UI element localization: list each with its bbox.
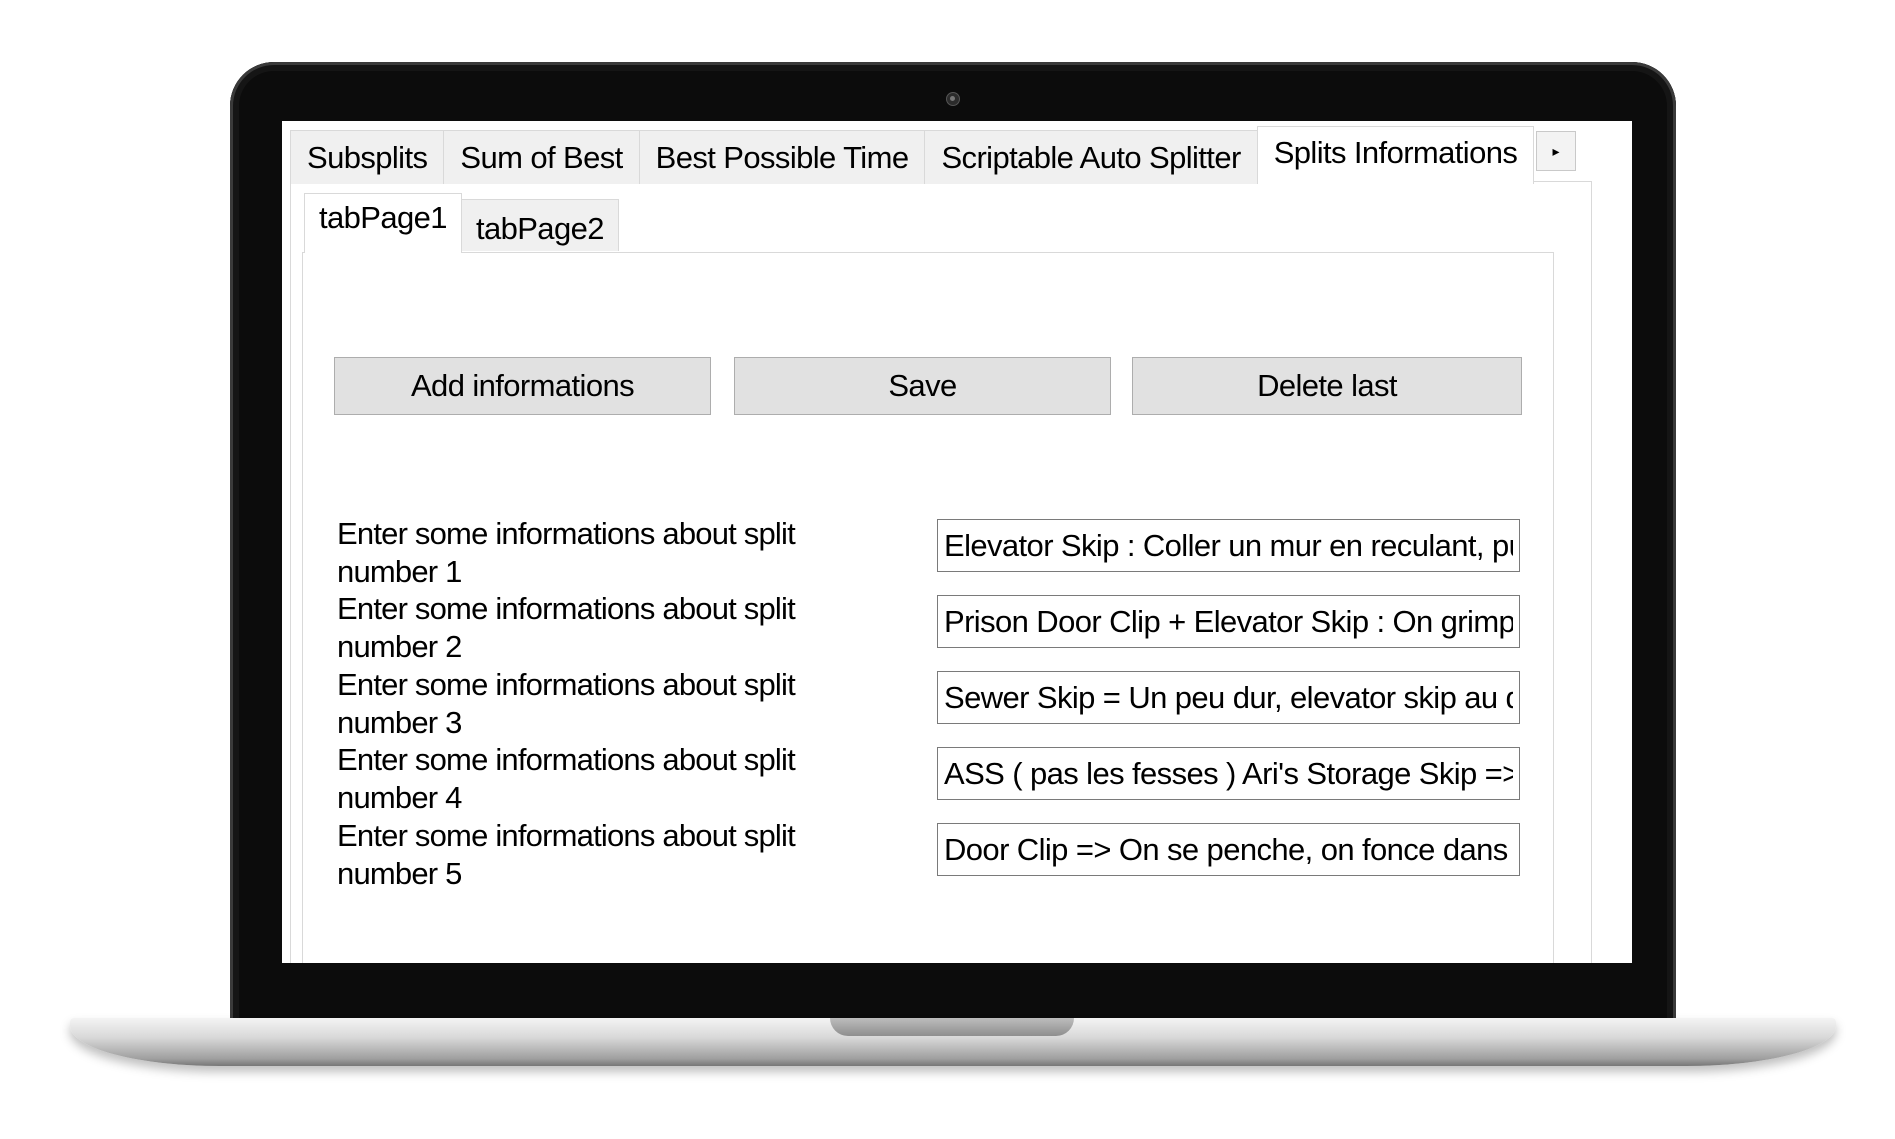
sub-tab-strip: tabPage1 tabPage2 [304,193,619,253]
split-1-info-input[interactable] [937,519,1520,572]
split-4-info-input[interactable] [937,747,1520,800]
top-tab-strip: Subsplits Sum of Best Best Possible Time… [290,126,1535,184]
split-2-info-input[interactable] [937,595,1520,648]
add-informations-button[interactable]: Add informations [334,357,711,415]
app-window: Subsplits Sum of Best Best Possible Time… [282,121,1632,963]
tab-subsplits[interactable]: Subsplits [290,130,445,184]
split-1-label: Enter some informations about split numb… [337,516,796,589]
save-button[interactable]: Save [734,357,1111,415]
tab-scriptable-auto-splitter[interactable]: Scriptable Auto Splitter [924,130,1258,184]
scroll-right-icon[interactable]: ▸ [1536,131,1576,171]
split-5-label: Enter some informations about split numb… [337,818,796,891]
split-5-info-input[interactable] [937,823,1520,876]
tab-tabpage2[interactable]: tabPage2 [460,199,619,251]
tab-tabpage1[interactable]: tabPage1 [304,193,462,253]
split-4-label: Enter some informations about split numb… [337,742,796,815]
tab-sum-of-best[interactable]: Sum of Best [443,130,640,184]
tab-splits-informations[interactable]: Splits Informations [1256,126,1535,184]
split-3-label: Enter some informations about split numb… [337,667,796,740]
camera-icon [946,92,960,106]
delete-last-button[interactable]: Delete last [1132,357,1522,415]
split-3-info-input[interactable] [937,671,1520,724]
tab-best-possible-time[interactable]: Best Possible Time [638,130,926,184]
split-2-label: Enter some informations about split numb… [337,591,796,664]
laptop-notch [830,1018,1074,1036]
